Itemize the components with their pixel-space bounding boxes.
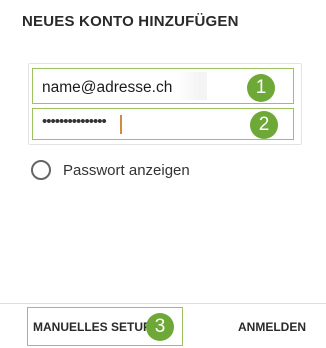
show-password-label: Passwort anzeigen [63, 161, 190, 179]
step-badge-2: 2 [250, 111, 278, 139]
email-autofill-fade [175, 72, 207, 100]
show-password-option[interactable]: Passwort anzeigen [31, 158, 190, 182]
footer-divider [0, 303, 326, 304]
step-badge-1: 1 [247, 74, 275, 102]
text-cursor [120, 115, 122, 134]
email-value: name@adresse.ch [42, 79, 173, 96]
manual-setup-label: MANUELLES SETUP [33, 320, 152, 334]
login-button[interactable]: ANMELDEN [238, 320, 306, 334]
step-badge-3: 3 [146, 313, 174, 341]
password-value: ••••••••••••••• [42, 113, 107, 130]
dialog-title: NEUES KONTO HINZUFÜGEN [22, 13, 239, 30]
show-password-radio-icon[interactable] [31, 160, 51, 180]
